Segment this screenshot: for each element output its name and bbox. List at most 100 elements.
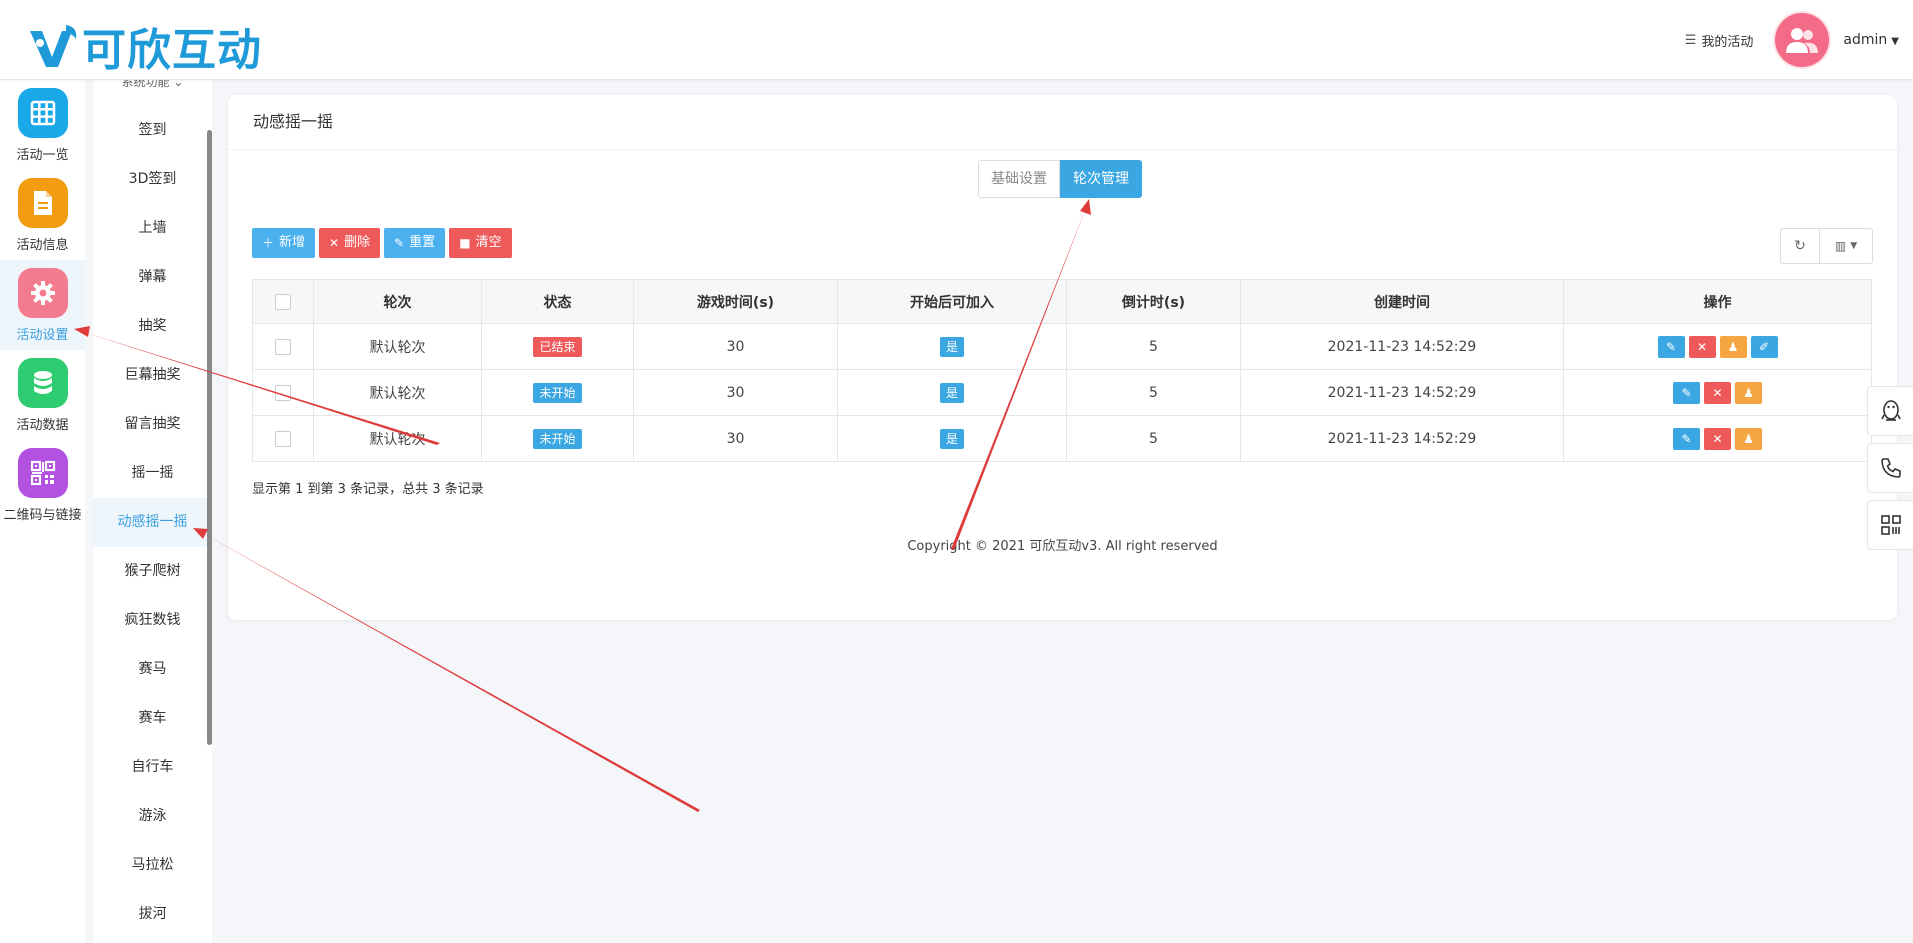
- edit-icon[interactable]: ✎: [1673, 427, 1700, 450]
- join-badge: 是: [939, 428, 964, 449]
- close-icon[interactable]: ✕: [1704, 427, 1731, 450]
- row-select-cell: [252, 323, 314, 370]
- avatar[interactable]: [1775, 13, 1830, 67]
- select-all-cell: [252, 279, 314, 324]
- nav-activity-settings[interactable]: 活动设置: [0, 260, 85, 350]
- add-button[interactable]: ＋ 新增: [252, 228, 316, 258]
- submenu-item[interactable]: 巨幕抽奖: [93, 351, 212, 400]
- delete-button[interactable]: ✕ 删除: [319, 228, 381, 258]
- submenu-item[interactable]: 摇一摇: [93, 449, 212, 498]
- clear-button[interactable]: ■ 清空: [449, 228, 512, 258]
- chevron-down-icon: ▼: [1850, 241, 1858, 251]
- database-icon: [17, 358, 68, 408]
- select-all-checkbox[interactable]: [275, 293, 291, 310]
- user-icon[interactable]: ♟: [1719, 335, 1747, 358]
- columns-button[interactable]: ▥ ▼: [1820, 228, 1873, 264]
- status-badge: 未开始: [533, 428, 582, 449]
- actions-cell: ✎ ✕ ♟ ✐: [1563, 323, 1872, 370]
- column-header[interactable]: 状态: [481, 279, 634, 324]
- brand-name: 可欣互动: [82, 25, 262, 76]
- join-cell: 是: [837, 323, 1067, 370]
- phone-button[interactable]: [1867, 443, 1913, 493]
- column-header[interactable]: 创建时间: [1240, 279, 1564, 324]
- top-bar: 可欣互动 ☰ 我的活动 admin ▼: [0, 0, 1913, 80]
- tab-group: 基础设置 轮次管理: [978, 160, 1142, 198]
- row-checkbox[interactable]: [275, 384, 291, 401]
- chevron-down-icon: ▼: [1891, 36, 1899, 47]
- status-badge: 已结束: [533, 336, 582, 357]
- status-badge: 未开始: [533, 382, 582, 403]
- row-checkbox[interactable]: [275, 430, 291, 447]
- column-header[interactable]: 游戏时间(s): [633, 279, 838, 324]
- column-header[interactable]: 倒计时(s): [1066, 279, 1241, 324]
- submenu-item[interactable]: 签到: [93, 106, 212, 155]
- submenu-item[interactable]: 猴子爬树: [93, 547, 212, 596]
- submenu-item[interactable]: 抽奖: [93, 302, 212, 351]
- row-checkbox[interactable]: [275, 338, 291, 355]
- nav-activity-overview[interactable]: 活动一览: [0, 80, 85, 170]
- nav-qrcode-links[interactable]: 二维码与链接: [0, 440, 85, 530]
- actions-cell: ✎ ✕ ♟: [1563, 415, 1872, 462]
- row-select-cell: [252, 415, 314, 462]
- copyright: Copyright © 2021 可欣互动v3. All right reser…: [907, 539, 1218, 554]
- edit-icon[interactable]: ✎: [1673, 381, 1700, 404]
- submenu-item[interactable]: 留言抽奖: [93, 400, 212, 449]
- rounds-table: 轮次 状态 游戏时间(s) 开始后可加入 倒计时(s) 创建时间 操作 默认轮次…: [252, 279, 1872, 462]
- submenu-item[interactable]: 3D签到: [93, 155, 212, 204]
- submenu-item-active[interactable]: 动感摇一摇: [93, 498, 212, 547]
- submenu-scrollbar[interactable]: [207, 130, 212, 745]
- page-title: 动感摇一摇: [228, 95, 1897, 150]
- submenu-item[interactable]: 游泳: [93, 792, 212, 841]
- nav-activity-data[interactable]: 活动数据: [0, 350, 85, 440]
- chevron-down-icon: ⌄: [173, 80, 184, 89]
- submenu-item[interactable]: 马拉松: [93, 841, 212, 890]
- submenu-item[interactable]: 赛马: [93, 645, 212, 694]
- nav-label: 活动一览: [16, 148, 69, 163]
- qrcode-icon: [1881, 515, 1901, 535]
- submenu-item[interactable]: 拔河: [93, 890, 212, 939]
- refresh-button[interactable]: ↻: [1780, 228, 1820, 264]
- submenu-header[interactable]: 系统功能 ⌄: [93, 80, 212, 106]
- column-header[interactable]: 轮次: [313, 279, 482, 324]
- submenu-item[interactable]: 赛车: [93, 694, 212, 743]
- nav-activity-info[interactable]: 活动信息: [0, 170, 85, 260]
- round-name: 默认轮次: [313, 323, 482, 370]
- submenu: 系统功能 ⌄ 签到 3D签到 上墙 弹幕 抽奖 巨幕抽奖 留言抽奖 摇一摇 动感…: [93, 80, 212, 943]
- row-select-cell: [252, 369, 314, 416]
- reset-button[interactable]: ✎ 重置: [384, 228, 446, 258]
- list-icon: ☰: [1684, 32, 1697, 48]
- actions-cell: ✎ ✕ ♟: [1563, 369, 1872, 416]
- logo[interactable]: 可欣互动: [28, 14, 262, 78]
- table-tools: ↻ ▥ ▼: [1780, 228, 1873, 264]
- close-icon[interactable]: ✕: [1688, 335, 1716, 358]
- close-icon[interactable]: ✕: [1704, 381, 1731, 404]
- submenu-item[interactable]: 弹幕: [93, 253, 212, 302]
- brand-logo-icon: [30, 25, 77, 67]
- game-time: 30: [633, 369, 838, 416]
- user-menu[interactable]: admin ▼: [1843, 32, 1899, 48]
- submenu-item[interactable]: 疯狂数钱: [93, 596, 212, 645]
- join-cell: 是: [837, 415, 1067, 462]
- qrcode-button[interactable]: [1867, 500, 1913, 550]
- tab-basic-settings[interactable]: 基础设置: [978, 160, 1060, 198]
- tab-round-management[interactable]: 轮次管理: [1060, 160, 1142, 198]
- submenu-item[interactable]: 上墙: [93, 204, 212, 253]
- trash-icon: ■: [459, 236, 471, 250]
- user-icon[interactable]: ♟: [1735, 427, 1762, 450]
- eraser-icon[interactable]: ✐: [1750, 335, 1778, 358]
- reset-label: 重置: [409, 235, 436, 250]
- user-icon[interactable]: ♟: [1735, 381, 1762, 404]
- my-activity-link[interactable]: ☰ 我的活动: [1685, 31, 1754, 50]
- columns-icon: ▥: [1834, 239, 1847, 253]
- edit-icon[interactable]: ✎: [1657, 335, 1685, 358]
- join-badge: 是: [939, 382, 964, 403]
- penguin-icon: [1881, 400, 1901, 421]
- round-name: 默认轮次: [313, 369, 482, 416]
- column-header[interactable]: 开始后可加入: [837, 279, 1067, 324]
- qq-button[interactable]: [1867, 386, 1913, 436]
- status-cell: 已结束: [481, 323, 634, 370]
- close-icon: ✕: [329, 236, 340, 250]
- floating-contact-bar: [1867, 386, 1913, 557]
- delete-label: 删除: [344, 235, 371, 250]
- submenu-item[interactable]: 自行车: [93, 743, 212, 792]
